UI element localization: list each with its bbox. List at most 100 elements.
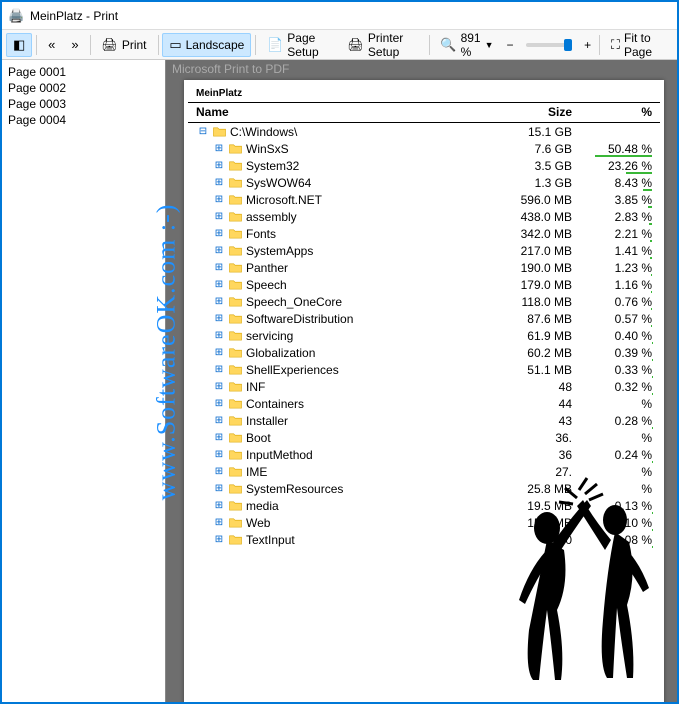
folder-icon <box>229 177 243 189</box>
zoom-plus[interactable]: + <box>580 38 595 52</box>
page-link[interactable]: Page 0001 <box>8 64 159 80</box>
expand-icon[interactable]: ⊞ <box>212 211 226 222</box>
expand-icon[interactable]: ⊞ <box>212 330 226 341</box>
fit-label: Fit to Page <box>624 31 666 59</box>
print-button[interactable]: 🖨 Print <box>94 33 153 57</box>
expand-icon[interactable]: ⊞ <box>212 262 226 273</box>
separator <box>255 35 256 55</box>
expand-icon[interactable]: ⊞ <box>212 177 226 188</box>
row-percent: % <box>572 465 652 479</box>
row-name: Panther <box>246 261 482 275</box>
row-percent: 0.24 % <box>572 448 652 462</box>
row-size: 44 <box>482 397 572 411</box>
printer-setup-button[interactable]: 🖨 Printer Setup <box>340 27 424 63</box>
row-size: 48 <box>482 380 572 394</box>
expand-icon[interactable]: ⊞ <box>212 534 226 545</box>
expand-icon[interactable]: ⊞ <box>212 228 226 239</box>
toggle-sidebar-button[interactable]: ◧ <box>6 33 32 57</box>
row-name: Fonts <box>246 227 482 241</box>
expand-icon[interactable]: ⊞ <box>212 398 226 409</box>
fit-to-page-button[interactable]: ⛶ Fit to Page <box>604 27 673 63</box>
row-size: 15.1 GB <box>482 125 572 139</box>
fit-icon: ⛶ <box>611 37 620 53</box>
table-row: ⊞servicing61.9 MB0.40 % <box>188 327 660 344</box>
expand-icon[interactable]: ⊞ <box>212 415 226 426</box>
folder-icon <box>229 245 243 257</box>
zoom-minus[interactable]: − <box>503 38 518 52</box>
row-name: InputMethod <box>246 448 482 462</box>
expand-icon[interactable]: ⊞ <box>212 500 226 511</box>
expand-icon[interactable]: ⊞ <box>212 517 226 528</box>
row-size: 1.3 GB <box>482 176 572 190</box>
print-preview-window: 🖨️ MeinPlatz - Print ◧ « » 🖨 Print ▭ Lan… <box>0 0 679 704</box>
expand-icon[interactable]: ⊟ <box>196 126 210 137</box>
row-percent: 0.13 % <box>572 499 652 513</box>
expand-icon[interactable]: ⊞ <box>212 245 226 256</box>
row-size: 27. <box>482 465 572 479</box>
page-setup-button[interactable]: 📄 Page Setup <box>260 27 338 63</box>
expand-icon[interactable]: ⊞ <box>212 296 226 307</box>
folder-icon <box>229 330 243 342</box>
table-row: ⊞Speech_OneCore118.0 MB0.76 % <box>188 293 660 310</box>
printer-icon: 🖨 <box>101 37 118 53</box>
table-row: ⊞SystemResources25.8 MB% <box>188 480 660 497</box>
folder-icon <box>229 347 243 359</box>
expand-icon[interactable]: ⊞ <box>212 160 226 171</box>
row-name: IME <box>246 465 482 479</box>
expand-icon[interactable]: ⊞ <box>212 194 226 205</box>
folder-icon <box>229 279 243 291</box>
preview-page: MeinPlatz Name Size % ⊟C:\Windows\15.1 G… <box>184 80 664 702</box>
table-row: ⊞Speech179.0 MB1.16 % <box>188 276 660 293</box>
row-size: 51.1 MB <box>482 363 572 377</box>
table-row: ⊞Containers44% <box>188 395 660 412</box>
zoom-dropdown[interactable]: 🔍 891 % ▼ <box>433 27 500 63</box>
table-row: ⊞ IME27.% <box>188 463 660 480</box>
table-row: ⊞Microsoft.NET596.0 MB3.85 % <box>188 191 660 208</box>
expand-icon[interactable]: ⊞ <box>212 466 226 477</box>
separator <box>36 35 37 55</box>
row-percent: 2.83 % <box>572 210 652 224</box>
row-name: SystemApps <box>246 244 482 258</box>
printer-setup-icon: 🖨 <box>347 37 364 53</box>
folder-icon <box>229 211 243 223</box>
row-name: Containers <box>246 397 482 411</box>
row-size: 15.0 MB <box>482 516 572 530</box>
page-setup-label: Page Setup <box>287 31 331 59</box>
row-name: media <box>246 499 482 513</box>
last-page-button[interactable]: » <box>64 33 85 56</box>
page-link[interactable]: Page 0004 <box>8 112 159 128</box>
expand-icon[interactable]: ⊞ <box>212 279 226 290</box>
page-link[interactable]: Page 0002 <box>8 80 159 96</box>
expand-icon[interactable]: ⊞ <box>212 449 226 460</box>
expand-icon[interactable]: ⊞ <box>212 143 226 154</box>
expand-icon[interactable]: ⊞ <box>212 381 226 392</box>
header-name: Name <box>196 105 482 119</box>
landscape-button[interactable]: ▭ Landscape <box>162 33 251 57</box>
row-size: 87.6 MB <box>482 312 572 326</box>
expand-icon[interactable]: ⊞ <box>212 313 226 324</box>
zoom-slider[interactable] <box>526 43 573 47</box>
expand-icon[interactable]: ⊞ <box>212 364 226 375</box>
expand-icon[interactable]: ⊞ <box>212 483 226 494</box>
table-row: ⊞Installer430.28 % <box>188 412 660 429</box>
tree-container: ⊟C:\Windows\15.1 GB⊞WinSxS7.6 GB50.48 %⊞… <box>188 123 660 548</box>
zoom-slider-thumb[interactable] <box>564 39 572 51</box>
row-name: Globalization <box>246 346 482 360</box>
row-size: 43 <box>482 414 572 428</box>
folder-icon <box>229 381 243 393</box>
table-row: ⊞SystemApps217.0 MB1.41 % <box>188 242 660 259</box>
table-row: ⊞SoftwareDistribution87.6 MB0.57 % <box>188 310 660 327</box>
row-percent: 0.10 % <box>572 516 652 530</box>
folder-icon <box>229 143 243 155</box>
row-name: SystemResources <box>246 482 482 496</box>
expand-icon[interactable]: ⊞ <box>212 347 226 358</box>
folder-icon <box>229 313 243 325</box>
row-size: 118.0 MB <box>482 295 572 309</box>
first-page-button[interactable]: « <box>41 33 62 56</box>
row-percent: 3.85 % <box>572 193 652 207</box>
expand-icon[interactable]: ⊞ <box>212 432 226 443</box>
page-link[interactable]: Page 0003 <box>8 96 159 112</box>
print-label: Print <box>122 38 147 52</box>
row-size: 3.5 GB <box>482 159 572 173</box>
row-percent: 1.41 % <box>572 244 652 258</box>
